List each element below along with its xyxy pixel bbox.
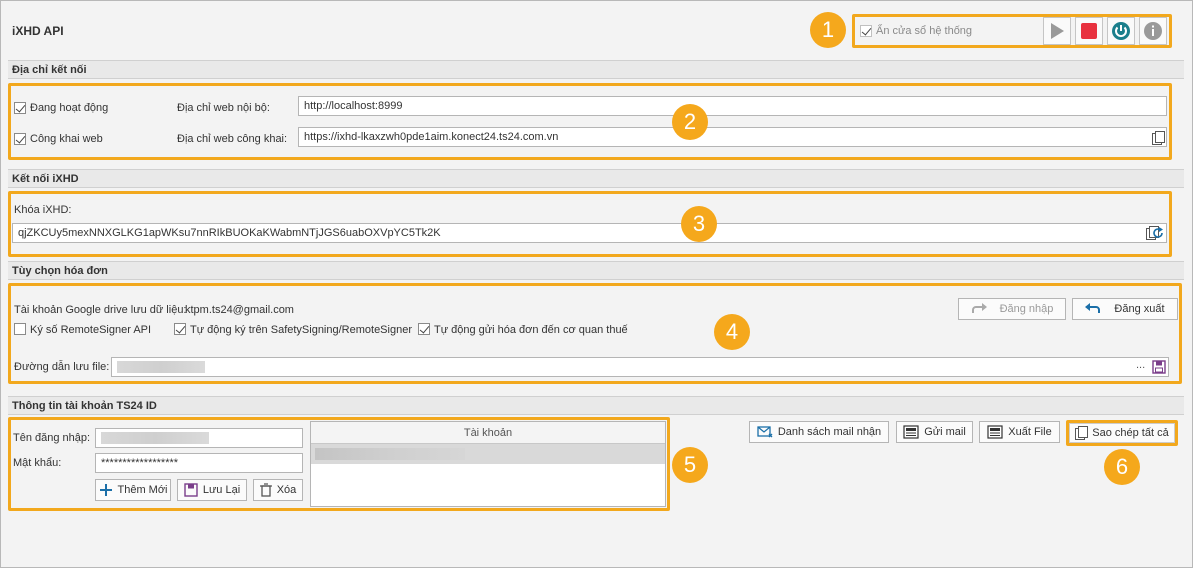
- accounts-grid-row[interactable]: [311, 444, 665, 464]
- info-button[interactable]: [1139, 17, 1167, 45]
- auto-sign-checkbox[interactable]: [174, 323, 186, 335]
- active-checkbox[interactable]: [14, 102, 26, 114]
- logout-icon: [1085, 303, 1101, 313]
- callout-badge-3: 3: [681, 206, 717, 242]
- regenerate-key-icon[interactable]: [1151, 226, 1165, 240]
- browse-path-button[interactable]: ...: [1136, 359, 1145, 371]
- section-ixhd-header: Kết nối iXHD: [8, 169, 1184, 188]
- trash-icon: [259, 483, 272, 497]
- active-label: Đang hoạt động: [30, 102, 109, 114]
- copy-all-label: Sao chép tất cả: [1092, 427, 1169, 439]
- local-url-field[interactable]: http://localhost:8999: [298, 96, 1167, 116]
- hide-window-checkbox[interactable]: [860, 25, 872, 37]
- ixhd-key-field[interactable]: qjZKCUy5mexNNXGLKG1apWKsu7nnRIkBUOKaKWab…: [12, 223, 1167, 243]
- username-label: Tên đăng nhập:: [13, 432, 91, 444]
- stop-button[interactable]: [1075, 17, 1103, 45]
- export-file-label: Xuất File: [1008, 426, 1052, 438]
- mail-list-button[interactable]: Danh sách mail nhận: [749, 421, 889, 443]
- auto-sign-label: Tự động ký trên SafetySigning/RemoteSign…: [190, 324, 412, 336]
- ixhd-key-label: Khóa iXHD:: [14, 204, 72, 216]
- save-account-button[interactable]: Lưu Lại: [177, 479, 247, 501]
- plus-icon: [99, 484, 112, 496]
- logout-label: Đăng xuất: [1114, 303, 1165, 315]
- add-account-label: Thêm Mới: [117, 484, 168, 496]
- mail-list-icon: [757, 426, 773, 438]
- public-checkbox[interactable]: [14, 133, 26, 145]
- copy-url-icon[interactable]: [1152, 131, 1165, 145]
- callout-badge-1: 1: [810, 12, 846, 48]
- info-icon: [1144, 22, 1162, 40]
- connection-highlight: [8, 83, 1172, 160]
- google-account-value: ktpm.ts24@gmail.com: [185, 304, 294, 316]
- public-label: Công khai web: [30, 133, 103, 145]
- auto-send-label: Tự động gửi hóa đơn đến cơ quan thuế: [434, 324, 628, 336]
- logout-button[interactable]: Đăng xuất: [1072, 298, 1178, 320]
- login-button[interactable]: Đăng nhập: [958, 298, 1066, 320]
- delete-account-label: Xóa: [276, 484, 297, 496]
- save-path-label: Đường dẫn lưu file:: [14, 361, 110, 373]
- password-field[interactable]: ******************: [95, 453, 303, 473]
- mail-txt-icon: [903, 425, 919, 439]
- power-icon: [1112, 22, 1130, 40]
- section-connection-header: Địa chỉ kết nối: [8, 60, 1184, 79]
- login-icon: [971, 303, 987, 313]
- send-mail-label: Gửi mail: [924, 426, 966, 438]
- app-title: iXHD API: [12, 24, 64, 38]
- restart-button[interactable]: [1107, 17, 1135, 45]
- floppy-icon: [184, 483, 198, 497]
- save-path-value-redacted: [117, 361, 205, 373]
- accounts-grid-header: Tài khoản: [311, 422, 665, 444]
- section-account-header: Thông tin tài khoản TS24 ID: [8, 396, 1184, 415]
- remote-signer-checkbox[interactable]: [14, 323, 26, 335]
- play-icon: [1051, 23, 1064, 39]
- save-disk-icon[interactable]: [1152, 360, 1166, 374]
- local-url-label: Địa chỉ web nội bộ:: [177, 102, 270, 114]
- stop-icon: [1081, 23, 1097, 39]
- username-value-redacted: [101, 432, 209, 444]
- send-mail-button[interactable]: Gửi mail: [896, 421, 973, 443]
- public-url-field[interactable]: https://ixhd-lkaxzwh0pde1aim.konect24.ts…: [298, 127, 1167, 147]
- save-path-field[interactable]: [111, 357, 1169, 377]
- mail-list-label: Danh sách mail nhận: [777, 426, 882, 438]
- account-row-value-redacted: [315, 448, 465, 460]
- remote-signer-label: Ký số RemoteSigner API: [30, 324, 152, 336]
- hide-window-label: Ẩn cửa sổ hệ thống: [876, 25, 973, 37]
- delete-account-button[interactable]: Xóa: [253, 479, 303, 501]
- callout-badge-2: 2: [672, 104, 708, 140]
- callout-badge-4: 4: [714, 314, 750, 350]
- public-url-label: Địa chỉ web công khai:: [177, 133, 288, 145]
- section-invoice-header: Tùy chọn hóa đơn: [8, 261, 1184, 280]
- callout-badge-5: 5: [672, 447, 708, 483]
- copy-all-icon: [1075, 426, 1089, 440]
- export-txt-icon: [987, 425, 1003, 439]
- login-label: Đăng nhập: [999, 303, 1054, 315]
- add-account-button[interactable]: Thêm Mới: [95, 479, 171, 501]
- google-account-label: Tài khoản Google drive lưu dữ liệu:: [14, 304, 187, 316]
- auto-send-checkbox[interactable]: [418, 323, 430, 335]
- export-file-button[interactable]: Xuất File: [979, 421, 1060, 443]
- callout-badge-6: 6: [1104, 449, 1140, 485]
- copy-all-button[interactable]: Sao chép tất cả: [1069, 423, 1175, 443]
- password-label: Mật khẩu:: [13, 457, 62, 469]
- save-account-label: Lưu Lại: [202, 484, 241, 496]
- accounts-grid[interactable]: Tài khoản: [310, 421, 666, 507]
- start-button[interactable]: [1043, 17, 1071, 45]
- username-field[interactable]: [95, 428, 303, 448]
